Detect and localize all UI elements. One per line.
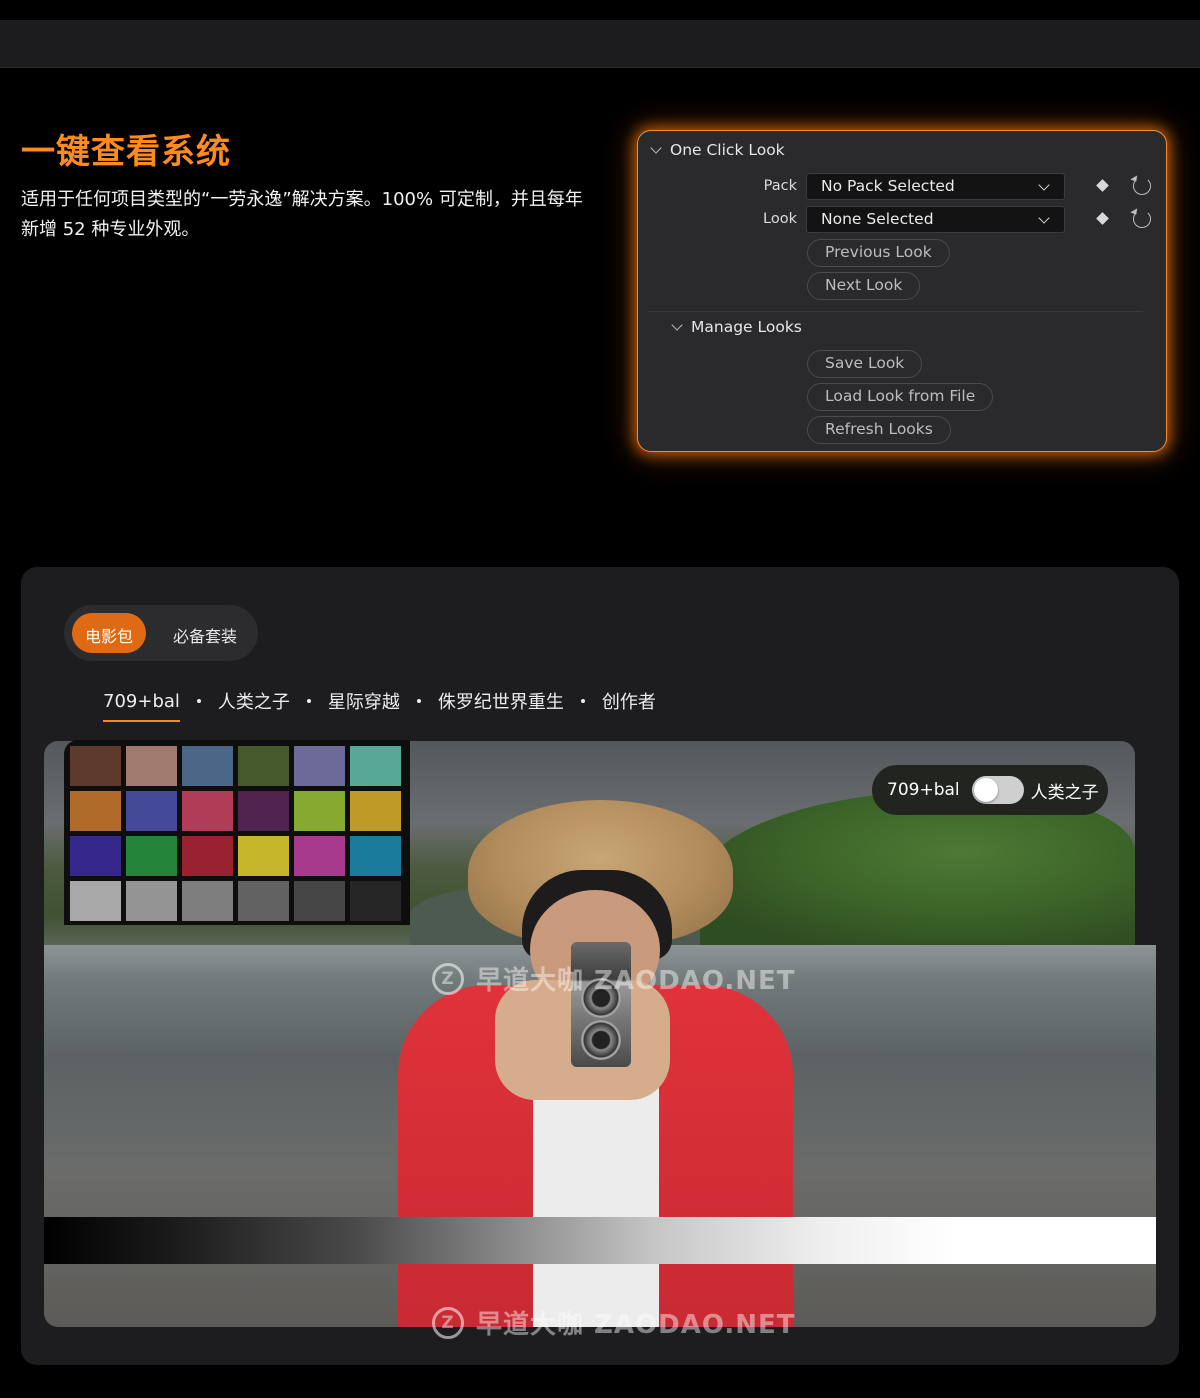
color-swatch <box>350 746 401 786</box>
chevron-down-icon <box>650 142 662 154</box>
color-swatch <box>294 836 345 876</box>
color-swatch <box>350 791 401 831</box>
one-click-look-header[interactable]: One Click Look <box>650 141 785 159</box>
color-swatch <box>294 881 345 921</box>
look-tab-the-creator[interactable]: 创作者 <box>602 688 656 724</box>
one-click-look-panel: One Click Look Pack No Pack Selected Loo… <box>637 130 1167 452</box>
load-look-button[interactable]: Load Look from File <box>807 383 994 411</box>
segment-film-pack[interactable]: 电影包 <box>72 613 146 653</box>
separator-dot <box>196 699 201 703</box>
chevron-down-icon <box>1038 179 1050 191</box>
one-click-look-title: One Click Look <box>670 141 785 159</box>
color-swatch <box>126 881 177 921</box>
compare-switch[interactable] <box>971 776 1024 804</box>
look-tab-children-of-men[interactable]: 人类之子 <box>218 688 290 724</box>
compare-right-label: 人类之子 <box>1030 782 1099 803</box>
look-select[interactable]: None Selected <box>806 206 1065 233</box>
color-swatch <box>70 881 121 921</box>
segment-essentials-pack[interactable]: 必备套装 <box>160 613 250 653</box>
manage-looks-header[interactable]: Manage Looks <box>671 318 802 336</box>
look-label: Look <box>763 211 797 227</box>
top-navigation-bar <box>0 20 1200 68</box>
color-swatch <box>182 746 233 786</box>
look-tabs: 709+bal 人类之子 星际穿越 侏罗纪世界重生 创作者 <box>103 688 656 724</box>
frame-edge-left <box>21 945 44 1327</box>
color-swatch <box>238 881 289 921</box>
color-swatch <box>238 791 289 831</box>
color-checker-grid <box>70 746 404 921</box>
keyframe-diamond-icon[interactable] <box>1096 212 1109 225</box>
color-swatch <box>70 746 121 786</box>
frame-edge-right <box>1156 945 1179 1327</box>
color-swatch <box>126 791 177 831</box>
previous-look-button[interactable]: Previous Look <box>807 239 950 267</box>
save-look-button[interactable]: Save Look <box>807 350 923 378</box>
refresh-looks-button[interactable]: Refresh Looks <box>807 416 951 444</box>
watermark-text: 早道大咖 ZAODAO.NET <box>476 966 796 996</box>
before-after-toggle: 709+bal 人类之子 <box>872 765 1108 815</box>
panel-divider <box>648 311 1143 312</box>
watermark: Z 早道大咖 ZAODAO.NET <box>432 1304 796 1341</box>
color-checker-chart <box>64 740 410 925</box>
color-swatch <box>294 746 345 786</box>
manage-looks-title: Manage Looks <box>691 318 802 336</box>
color-swatch <box>350 881 401 921</box>
luminance-gradient-bar <box>44 1217 1156 1264</box>
separator-dot <box>306 699 311 703</box>
separator-dot <box>580 699 585 703</box>
color-swatch <box>182 881 233 921</box>
color-swatch <box>294 791 345 831</box>
reset-icon[interactable] <box>1133 210 1151 228</box>
color-swatch <box>182 791 233 831</box>
color-swatch <box>126 836 177 876</box>
hero-description: 适用于任何项目类型的“一劳永逸”解决方案。100% 可定制，并且每年新增 52 … <box>21 189 583 240</box>
color-swatch <box>238 746 289 786</box>
hero-title: 一键查看系统 <box>21 132 231 172</box>
color-swatch <box>126 746 177 786</box>
watermark: Z 早道大咖 ZAODAO.NET <box>432 960 796 997</box>
pack-select-value: No Pack Selected <box>821 177 955 195</box>
color-swatch <box>70 836 121 876</box>
color-swatch <box>238 836 289 876</box>
keyframe-diamond-icon[interactable] <box>1096 179 1109 192</box>
look-tab-709-bal[interactable]: 709+bal <box>103 691 180 722</box>
pack-select[interactable]: No Pack Selected <box>806 173 1065 200</box>
reset-icon[interactable] <box>1133 177 1151 195</box>
color-swatch <box>350 836 401 876</box>
switch-knob <box>973 778 998 802</box>
watermark-logo-icon: Z <box>432 1306 464 1339</box>
chevron-down-icon <box>671 319 683 331</box>
watermark-logo-icon: Z <box>432 962 464 995</box>
camera-lens <box>581 1020 621 1060</box>
color-swatch <box>70 791 121 831</box>
look-select-value: None Selected <box>821 210 934 228</box>
pack-segmented-control: 电影包 必备套装 <box>64 605 258 661</box>
look-tab-jurassic-world-rebirth[interactable]: 侏罗纪世界重生 <box>438 688 564 724</box>
look-tab-interstellar[interactable]: 星际穿越 <box>328 688 400 724</box>
pack-label: Pack <box>763 178 797 194</box>
compare-left-label: 709+bal <box>887 780 960 800</box>
color-swatch <box>182 836 233 876</box>
watermark-text: 早道大咖 ZAODAO.NET <box>476 1310 796 1340</box>
chevron-down-icon <box>1038 212 1050 224</box>
next-look-button[interactable]: Next Look <box>807 272 921 300</box>
separator-dot <box>416 699 421 703</box>
